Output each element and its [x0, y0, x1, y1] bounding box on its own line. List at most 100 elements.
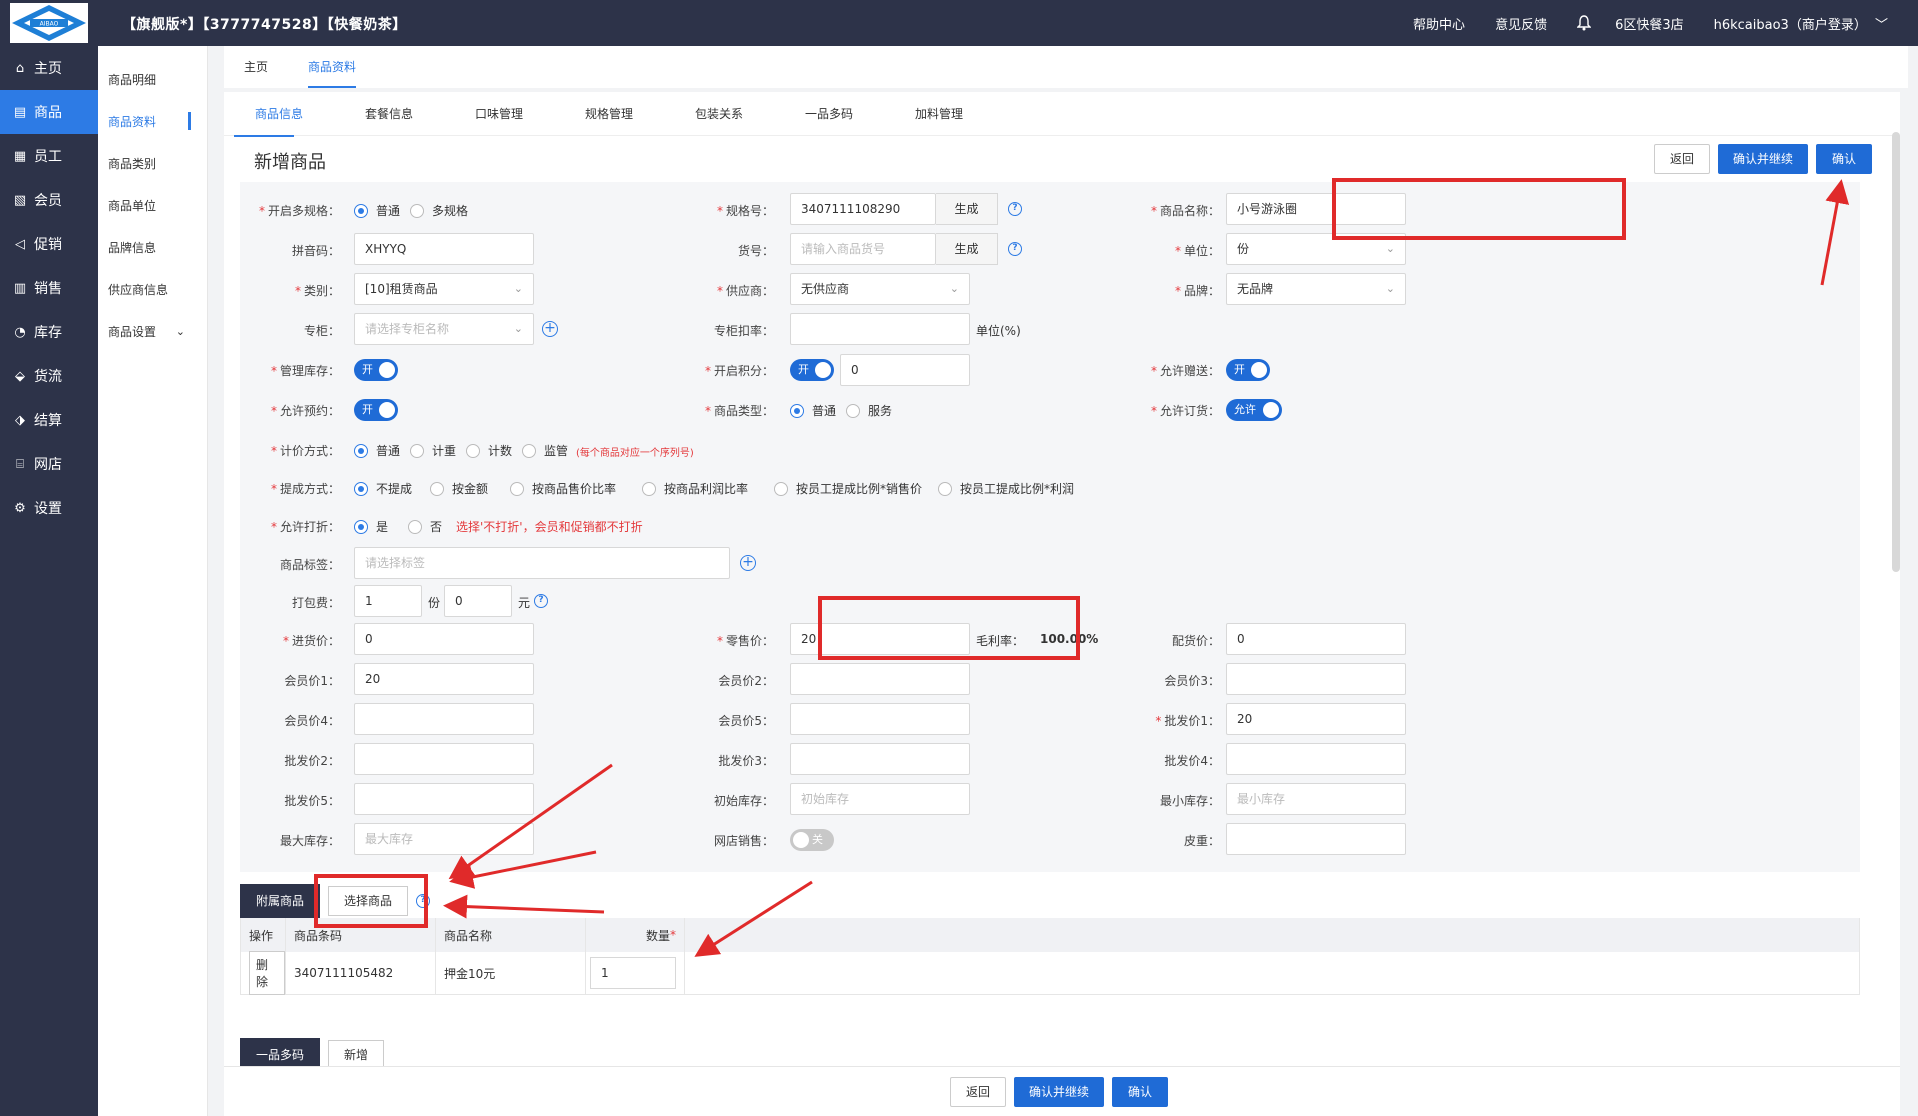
min-stock-input[interactable]: 最小库存 — [1226, 783, 1406, 815]
tags-input[interactable]: 请选择标签 — [354, 547, 730, 579]
sidebar-item-stock[interactable]: ◔ 库存 — [0, 310, 98, 354]
radio-commission-profit-ratio[interactable]: 按商品利润比率 — [642, 480, 748, 497]
sidebar-item-member[interactable]: ▧ 会员 — [0, 178, 98, 222]
attached-goods-tab[interactable]: 附属商品 — [240, 884, 320, 918]
subnav-item-detail[interactable]: 商品明细 — [98, 58, 207, 100]
back-button[interactable]: 返回 — [950, 1077, 1006, 1107]
back-button-top[interactable]: 返回 — [1654, 144, 1710, 174]
sidebar-item-settle[interactable]: ⬗ 结算 — [0, 398, 98, 442]
help-icon[interactable]: ? — [534, 594, 548, 608]
member-price2-input[interactable] — [790, 663, 970, 695]
pack-fee-qty-input[interactable]: 1 — [354, 585, 422, 617]
subnav-item-settings[interactable]: 商品设置 ⌄ — [98, 310, 207, 352]
sidebar-item-promo[interactable]: ◁ 促销 — [0, 222, 98, 266]
member-price5-input[interactable] — [790, 703, 970, 735]
delete-row-button[interactable]: 删除 — [249, 951, 285, 995]
radio-commission-none[interactable]: 不提成 — [354, 480, 412, 497]
subnav-item-brand[interactable]: 品牌信息 — [98, 226, 207, 268]
radio-goods-service[interactable]: 服务 — [846, 402, 892, 419]
wholesale3-input[interactable] — [790, 743, 970, 775]
max-stock-input[interactable]: 最大库存 — [354, 823, 534, 855]
unit-select[interactable]: 份 ⌄ — [1226, 233, 1406, 265]
row-qty-input[interactable]: 1 — [590, 957, 676, 989]
wholesale2-input[interactable] — [354, 743, 534, 775]
confirm-button-top[interactable]: 确认 — [1816, 144, 1872, 174]
help-icon[interactable]: ? — [1008, 242, 1022, 256]
confirm-continue-button-top[interactable]: 确认并继续 — [1718, 144, 1808, 174]
radio-pricing-count[interactable]: 计数 — [466, 442, 512, 459]
allow-order-toggle[interactable]: 允许 — [1226, 399, 1282, 421]
init-stock-input[interactable]: 初始库存 — [790, 783, 970, 815]
subtab-spec[interactable]: 规格管理 — [554, 92, 664, 136]
sidebar-item-settings[interactable]: ⚙ 设置 — [0, 486, 98, 530]
item-no-generate-button[interactable]: 生成 — [936, 233, 998, 265]
member-price4-input[interactable] — [354, 703, 534, 735]
points-input[interactable]: 0 — [840, 354, 970, 386]
wholesale4-input[interactable] — [1226, 743, 1406, 775]
wholesale1-input[interactable]: 20 — [1226, 703, 1406, 735]
subnav-item-supplier[interactable]: 供应商信息 — [98, 268, 207, 310]
help-icon[interactable]: ? — [1008, 202, 1022, 216]
subtab-pack-relation[interactable]: 包装关系 — [664, 92, 774, 136]
sidebar-item-flow[interactable]: ⬙ 货流 — [0, 354, 98, 398]
radio-multi-spec[interactable]: 多规格 — [410, 202, 468, 219]
aibao-logo[interactable]: AIBAO — [10, 3, 88, 43]
member-price3-input[interactable] — [1226, 663, 1406, 695]
pinyin-input[interactable]: XHYYQ — [354, 233, 534, 265]
add-tag-icon[interactable]: + — [740, 555, 756, 571]
radio-discount-no[interactable]: 否 — [408, 518, 442, 535]
counter-rate-input[interactable] — [790, 313, 970, 345]
radio-discount-yes[interactable]: 是 — [354, 518, 388, 535]
wholesale5-input[interactable] — [354, 783, 534, 815]
multi-code-tab[interactable]: 一品多码 — [240, 1038, 320, 1066]
subtab-taste[interactable]: 口味管理 — [444, 92, 554, 136]
brand-select[interactable]: 无品牌 ⌄ — [1226, 273, 1406, 305]
member-price1-input[interactable]: 20 — [354, 663, 534, 695]
supplier-select[interactable]: 无供应商 ⌄ — [790, 273, 970, 305]
spec-no-input[interactable]: 3407111108290 — [790, 193, 936, 225]
radio-normal-spec[interactable]: 普通 — [354, 202, 400, 219]
radio-pricing-weight[interactable]: 计重 — [410, 442, 456, 459]
feedback-link[interactable]: 意见反馈 — [1495, 14, 1547, 33]
name-input[interactable]: 小号游泳圈 — [1226, 193, 1406, 225]
user-menu[interactable]: h6kcaibao3（商户登录） ﹀ — [1714, 14, 1888, 33]
confirm-button[interactable]: 确认 — [1112, 1077, 1168, 1107]
select-goods-button[interactable]: 选择商品 — [328, 886, 408, 916]
subtab-addon[interactable]: 加料管理 — [884, 92, 994, 136]
radio-commission-price-ratio[interactable]: 按商品售价比率 — [510, 480, 616, 497]
store-name[interactable]: 6区快餐3店 — [1615, 14, 1684, 33]
subtab-package[interactable]: 套餐信息 — [334, 92, 444, 136]
pack-fee-price-input[interactable]: 0 — [444, 585, 512, 617]
add-code-button[interactable]: 新增 — [328, 1040, 384, 1066]
category-select[interactable]: [10]租赁商品 ⌄ — [354, 273, 534, 305]
confirm-continue-button[interactable]: 确认并继续 — [1014, 1077, 1104, 1107]
sidebar-item-home[interactable]: ⌂ 主页 — [0, 46, 98, 90]
tab-home[interactable]: 主页 — [224, 46, 288, 88]
radio-pricing-normal[interactable]: 普通 — [354, 442, 400, 459]
sidebar-item-shop[interactable]: ⌸ 网店 — [0, 442, 98, 486]
allow-reserve-toggle[interactable]: 开 — [354, 399, 398, 421]
sidebar-item-sales[interactable]: ▥ 销售 — [0, 266, 98, 310]
retail-price-input[interactable]: 20 — [790, 623, 970, 655]
add-counter-icon[interactable]: + — [542, 321, 558, 337]
online-sale-toggle[interactable]: 关 — [790, 829, 834, 851]
subtab-multi-code[interactable]: 一品多码 — [774, 92, 884, 136]
sidebar-item-staff[interactable]: ▦ 员工 — [0, 134, 98, 178]
subnav-item-info[interactable]: 商品资料 — [98, 100, 207, 142]
radio-commission-amount[interactable]: 按金额 — [430, 480, 488, 497]
manage-stock-toggle[interactable]: 开 — [354, 359, 398, 381]
tab-goods-info[interactable]: 商品资料 — [288, 46, 376, 88]
item-no-input[interactable]: 请输入商品货号 — [790, 233, 936, 265]
radio-commission-staff-price[interactable]: 按员工提成比例*销售价 — [774, 480, 922, 497]
sidebar-item-goods[interactable]: ▤ 商品 — [0, 90, 98, 134]
counter-select[interactable]: 请选择专柜名称 ⌄ — [354, 313, 534, 345]
radio-goods-normal[interactable]: 普通 — [790, 402, 836, 419]
help-center-link[interactable]: 帮助中心 — [1413, 14, 1465, 33]
dist-price-input[interactable]: 0 — [1226, 623, 1406, 655]
scrollbar[interactable] — [1892, 132, 1900, 572]
subtab-goods-info[interactable]: 商品信息 — [224, 92, 334, 137]
bell-icon[interactable] — [1577, 15, 1592, 31]
radio-pricing-supervise[interactable]: 监管 — [522, 442, 568, 459]
points-toggle[interactable]: 开 — [790, 359, 834, 381]
subnav-item-category[interactable]: 商品类别 — [98, 142, 207, 184]
